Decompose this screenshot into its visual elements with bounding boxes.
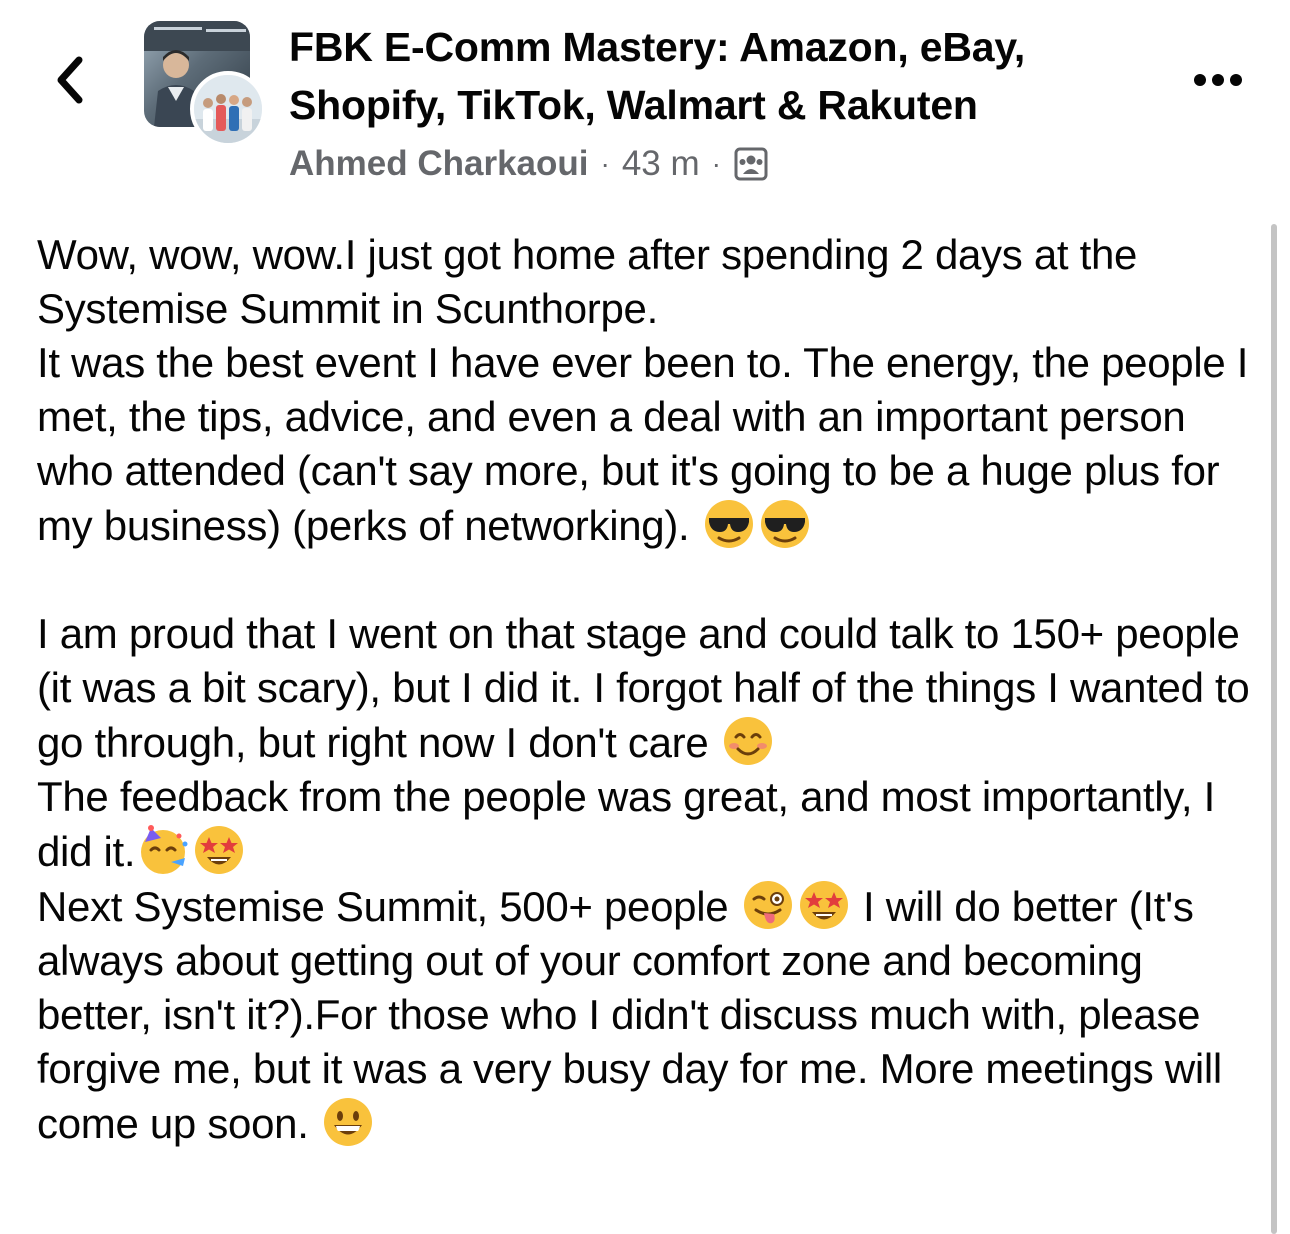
author-name[interactable]: Ahmed Charkaoui bbox=[289, 142, 589, 186]
back-button[interactable] bbox=[48, 52, 92, 108]
post-time[interactable]: 43 m bbox=[622, 142, 700, 186]
group-members-icon bbox=[733, 146, 769, 182]
sunglasses-emoji bbox=[704, 500, 753, 548]
profile-photo bbox=[190, 71, 266, 147]
post-paragraph: Wow, wow, wow.I just got home after spen… bbox=[37, 228, 1267, 553]
more-options-button[interactable] bbox=[1188, 60, 1248, 100]
winking-tongue-emoji bbox=[743, 881, 792, 929]
star-struck-emoji bbox=[799, 881, 848, 929]
smiling-blush-emoji bbox=[723, 717, 772, 765]
group-name[interactable]: FBK E-Comm Mastery: Amazon, eBay, Shopif… bbox=[289, 18, 1149, 134]
post-header: FBK E-Comm Mastery: Amazon, eBay, Shopif… bbox=[289, 18, 1149, 186]
post-text: Wow, wow, wow.I just got home after spen… bbox=[37, 231, 1249, 549]
post-text: I am proud that I went on that stage and… bbox=[37, 610, 1261, 766]
sunglasses-emoji bbox=[760, 500, 809, 548]
group-avatar[interactable] bbox=[144, 21, 268, 147]
scrollbar[interactable] bbox=[1271, 224, 1277, 1234]
post-body: Wow, wow, wow.I just got home after spen… bbox=[37, 228, 1267, 1151]
chevron-left-icon bbox=[57, 56, 83, 104]
post-paragraph: I am proud that I went on that stage and… bbox=[37, 607, 1267, 1151]
meta-separator: · bbox=[711, 148, 721, 179]
partying-face-emoji bbox=[141, 825, 188, 874]
post-meta: Ahmed Charkaoui · 43 m · bbox=[289, 142, 1149, 186]
post-text: Next Systemise Summit, 500+ people bbox=[37, 883, 729, 930]
star-struck-emoji bbox=[195, 826, 244, 874]
more-horizontal-icon bbox=[1194, 74, 1206, 86]
grinning-emoji bbox=[323, 1098, 372, 1146]
meta-separator: · bbox=[600, 148, 610, 179]
